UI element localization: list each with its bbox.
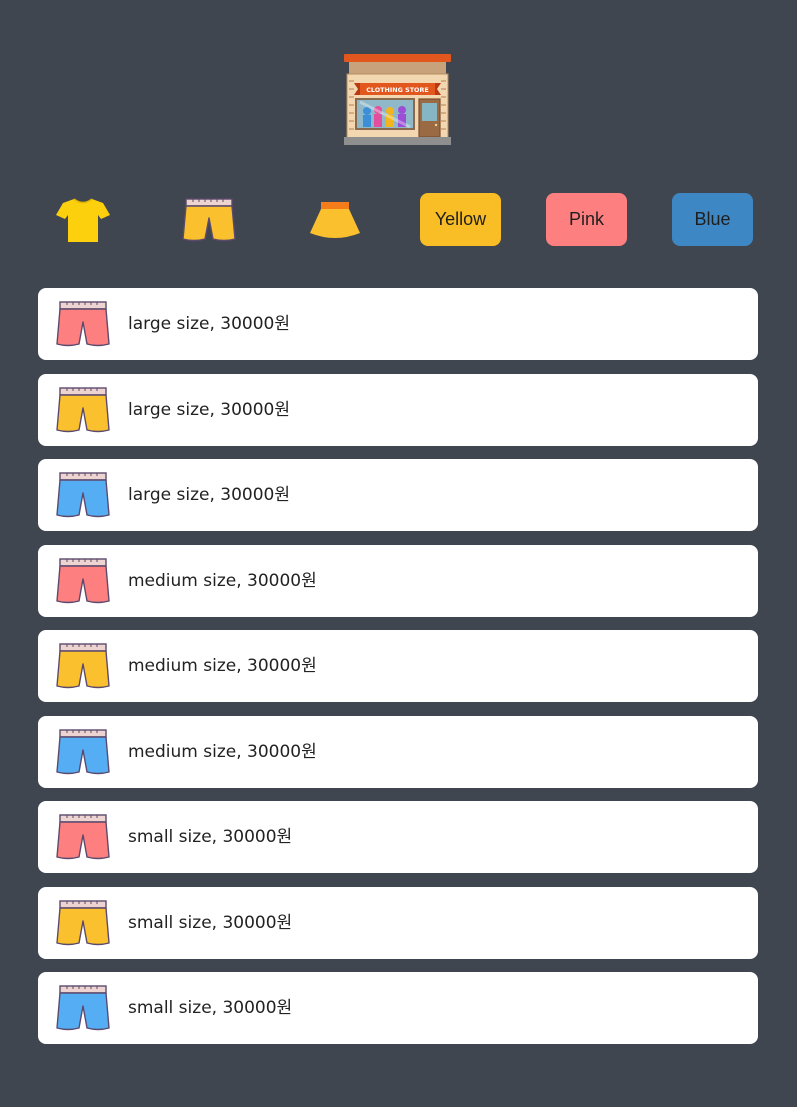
product-item[interactable]: medium size, 30000원: [38, 715, 758, 788]
pants-icon: [55, 385, 111, 435]
tshirt-icon[interactable]: [53, 192, 113, 248]
product-item[interactable]: large size, 30000원: [38, 459, 758, 531]
product-item[interactable]: medium size, 30000원: [38, 544, 758, 617]
product-text: medium size, 30000원: [128, 656, 317, 676]
pants-icon[interactable]: [179, 192, 239, 248]
product-item[interactable]: large size, 30000원: [38, 373, 758, 446]
product-item[interactable]: small size, 30000원: [38, 886, 758, 959]
pants-icon: [55, 470, 111, 520]
skirt-icon[interactable]: [305, 192, 365, 248]
pants-icon: [55, 812, 111, 862]
product-text: medium size, 30000원: [128, 570, 317, 591]
product-item[interactable]: small size, 30000원: [38, 801, 758, 873]
pants-icon: [55, 727, 111, 777]
pink-filter-button[interactable]: Pink: [546, 193, 627, 246]
pants-icon: [55, 641, 111, 691]
product-list: large size, 30000원 large size, 30000원 la…: [38, 288, 758, 1058]
product-text: large size, 30000원: [128, 399, 290, 420]
product-text: small size, 30000원: [128, 912, 293, 933]
product-text: medium size, 30000원: [128, 741, 317, 762]
product-text: large size, 30000원: [128, 314, 290, 334]
blue-filter-button[interactable]: Blue: [672, 193, 753, 246]
yellow-filter-button[interactable]: Yellow: [420, 193, 501, 246]
pants-icon: [55, 983, 111, 1033]
product-item[interactable]: large size, 30000원: [38, 288, 758, 360]
product-item[interactable]: medium size, 30000원: [38, 630, 758, 702]
filter-bar: Yellow Pink Blue: [38, 192, 758, 248]
product-text: small size, 30000원: [128, 998, 293, 1018]
pants-icon: [55, 898, 111, 948]
pants-icon: [55, 299, 111, 349]
product-text: small size, 30000원: [128, 827, 293, 847]
product-text: large size, 30000원: [128, 485, 290, 505]
clothing-store-icon[interactable]: CLOTHING STORE: [342, 53, 453, 147]
product-item[interactable]: small size, 30000원: [38, 972, 758, 1044]
logo-text: CLOTHING STORE: [366, 86, 429, 94]
pants-icon: [55, 556, 111, 606]
